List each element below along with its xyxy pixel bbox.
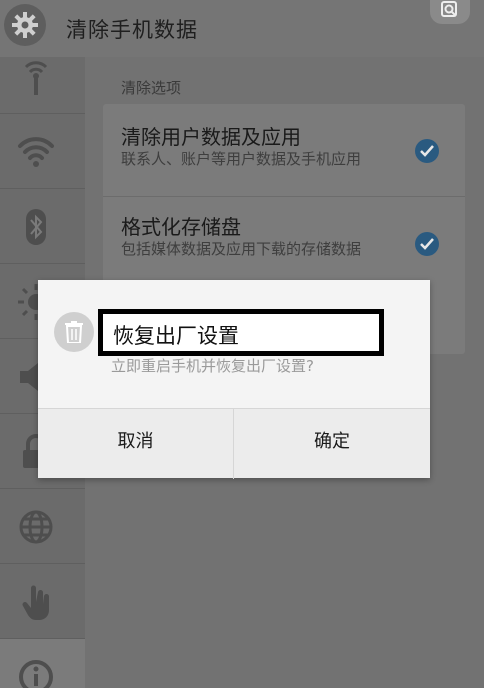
checkbox-checked-icon[interactable] [415,139,439,163]
dialog-message: 立即重启手机并恢复出厂设置? [111,357,314,375]
cancel-button[interactable]: 取消 [38,409,234,479]
factory-reset-dialog: 恢复出厂设置 立即重启手机并恢复出厂设置? 取消 确定 [38,280,430,479]
info-icon[interactable] [0,639,85,688]
checkbox-checked-icon[interactable] [415,232,439,256]
option-format-storage[interactable]: 格式化存储盘 包括媒体数据及应用下载的存储数据 [103,197,465,289]
section-label: 清除选项 [121,79,182,97]
page-title: 清除手机数据 [66,18,198,42]
wifi-icon[interactable] [0,114,85,189]
dialog-title: 恢复出厂设置 [98,309,384,356]
option-subtitle: 联系人、账户等用户数据及手机应用 [121,150,362,168]
globe-icon[interactable] [0,489,85,564]
dialog-button-row: 取消 确定 [38,408,430,479]
option-subtitle: 包括媒体数据及应用下载的存储数据 [121,240,362,258]
trash-icon [54,312,94,352]
confirm-button[interactable]: 确定 [234,409,430,479]
option-clear-user-data[interactable]: 清除用户数据及应用 联系人、账户等用户数据及手机应用 [103,104,465,196]
option-title: 格式化存储盘 [121,215,241,239]
bluetooth-icon[interactable] [0,189,85,264]
option-title: 清除用户数据及应用 [121,125,301,149]
search-icon[interactable] [430,0,470,24]
wireless-antenna-icon[interactable] [0,39,85,114]
hand-gesture-icon[interactable] [0,564,85,639]
